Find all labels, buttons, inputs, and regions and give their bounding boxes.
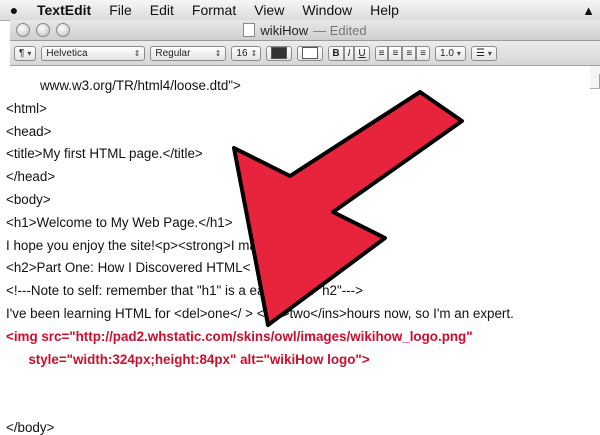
document-line: <body> [6,192,51,207]
paragraph-style-button[interactable]: ¶ ▾ [14,45,37,61]
alignment-buttons: ≡ ≡ ≡ ≡ [374,45,431,61]
menu-format[interactable]: Format [183,0,245,20]
window-controls [16,23,70,37]
chevron-down-icon: ▾ [456,48,461,58]
updown-icon: ⇕ [250,48,258,58]
bold-button[interactable]: B [328,45,344,61]
document-editor[interactable]: www.w3.org/TR/html4/loose.dtd"> <html> <he… [0,66,590,435]
document-line: I hope you enjoy the site!<p><strong>I m… [6,237,306,253]
align-justify-icon[interactable]: ≡ [416,45,431,61]
document-line: <html> [6,100,47,116]
zoom-window-icon[interactable] [56,23,70,37]
style-buttons: B I U [328,45,370,61]
document-line: I've been learning HTML for <del>one</ >… [6,306,514,321]
font-style-select[interactable]: Regular ⇕ [150,45,227,61]
window-title: wikiHow [260,22,309,38]
font-size-select[interactable]: 16 ⇕ [231,45,262,61]
document-line: <h2>Part One: How I Discovered HTML< [6,260,251,276]
document-line: <head> [6,123,52,139]
document-line: www.w3.org/TR/html4/loose.dtd"> [40,78,241,93]
minimize-window-icon[interactable] [36,23,50,37]
edited-status: — Edited [313,22,367,38]
align-left-icon[interactable]: ≡ [374,45,389,61]
background-color-well[interactable] [297,45,324,61]
menu-file[interactable]: File [100,0,141,20]
chevron-down-icon: ▾ [27,48,32,58]
underline-button[interactable]: U [354,45,370,61]
font-family-value: Helvetica [46,47,88,59]
document-line: <!---Note to self: remember that "h1" is… [6,283,363,299]
background-color-swatch [302,47,319,59]
document-line: </head> [6,169,56,185]
menu-help[interactable]: Help [361,0,408,20]
line-spacing-value: 1.0 [440,47,454,59]
document-line: style="width:324px;height:84px" alt="wik… [6,351,370,367]
menu-view[interactable]: View [245,0,293,20]
list-icon: ☰ [475,47,485,59]
paragraph-icon: ¶ [19,47,25,59]
menu-extras: ▲ [577,0,600,20]
align-right-icon[interactable]: ≡ [402,45,417,61]
font-size-value: 16 [236,47,248,59]
updown-icon: ⇕ [133,48,141,58]
menu-app-name[interactable]: TextEdit [28,0,100,20]
align-center-icon[interactable]: ≡ [388,45,403,61]
menu-bar: ● TextEdit File Edit Format View Window … [0,0,600,21]
text-color-swatch [271,47,288,59]
title-bar[interactable]: wikiHow — Edited [10,20,600,41]
italic-button[interactable]: I [343,45,355,61]
format-toolbar: ¶ ▾ Helvetica ⇕ Regular ⇕ 16 ⇕ B I U ≡ ≡ ≡ ≡… [10,41,600,66]
line-spacing-select[interactable]: 1.0 ▾ [435,45,466,61]
text-color-well[interactable] [266,45,293,61]
list-style-select[interactable]: ☰ ▾ [470,45,497,61]
document-line: <title>My first HTML page.</title> [6,146,203,162]
updown-icon: ⇕ [214,48,222,58]
close-window-icon[interactable] [16,23,30,37]
font-style-value: Regular [155,47,191,59]
menu-edit[interactable]: Edit [141,0,183,20]
apple-menu-icon[interactable]: ● [0,2,28,18]
document-line: <img src="http://pad2.whstatic.com/skins… [6,328,473,344]
document-icon[interactable] [243,23,256,37]
menu-window[interactable]: Window [293,0,361,20]
adobe-icon[interactable]: ▲ [577,3,600,18]
font-family-select[interactable]: Helvetica ⇕ [41,45,146,61]
chevron-down-icon: ▾ [487,48,492,58]
document-line: <h1>Welcome to My Web Page.</h1> [6,214,233,230]
